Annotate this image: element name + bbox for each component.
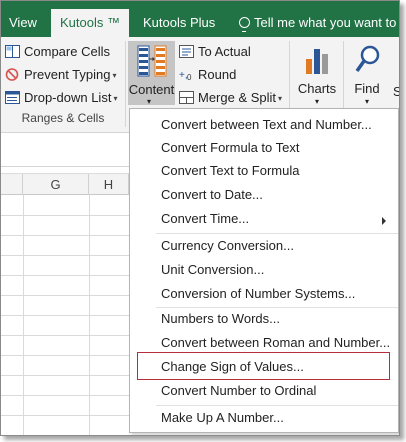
to-actual-button[interactable]: To Actual [179,41,251,63]
menu-item-change-sign-of-values[interactable]: Change Sign of Values... [161,357,304,377]
menu-item-convert-number-to-ordinal[interactable]: Convert Number to Ordinal [161,381,316,401]
menu-item-convert-text-number[interactable]: Convert between Text and Number... [161,115,372,135]
prevent-typing-label: Prevent Typing [24,67,111,82]
charts-icon [306,49,328,74]
group-label-ranges-cells: Ranges & Cells [21,111,105,125]
find-button[interactable]: Find ▾ [345,41,389,106]
prevent-typing-button[interactable]: Prevent Typing ▾ [5,64,117,86]
merge-split-button[interactable]: Merge & Split ▾ [179,87,282,109]
menu-item-convert-formula-to-text[interactable]: Convert Formula to Text [161,138,299,158]
charts-label: Charts [297,81,337,96]
grid-line [1,275,131,276]
round-icon: +, 0 [179,70,192,81]
grid-line [1,395,131,396]
to-actual-icon [179,45,194,58]
content-label: Content [128,82,175,97]
menu-item-unit-conversion[interactable]: Unit Conversion... [161,260,264,280]
dropdown-list-icon [5,91,20,104]
content-dropdown-menu: Convert between Text and Number... Conve… [129,108,399,433]
chevron-down-icon: ▾ [314,97,319,106]
round-label: Round [198,67,237,82]
content-icon [137,45,167,77]
lightbulb-icon [239,17,250,32]
dropdown-list-button[interactable]: Drop-down List ▾ [5,87,117,109]
dropdown-list-label: Drop-down List [24,90,112,105]
content-button[interactable]: Content ▾ [128,41,175,106]
column-header-h[interactable]: H [89,174,129,195]
grid-line [1,415,131,416]
tab-view[interactable]: View [1,9,45,37]
find-icon [355,45,380,73]
menu-item-numbers-to-words[interactable]: Numbers to Words... [161,309,280,329]
merge-split-icon [179,91,194,104]
merge-split-label: Merge & Split [198,90,277,105]
menu-item-convert-text-to-formula[interactable]: Convert Text to Formula [161,161,299,181]
menu-item-make-up-a-number[interactable]: Make Up A Number... [161,408,284,428]
to-actual-label: To Actual [198,44,251,59]
chevron-down-icon: ▾ [278,94,283,103]
ribbon-separator [125,41,126,127]
grid-line [1,315,131,316]
grid-line [1,355,131,356]
menu-item-convert-roman-number[interactable]: Convert between Roman and Number... [161,333,390,353]
round-button[interactable]: +, 0 Round [179,64,236,86]
chevron-down-icon: ▾ [113,94,118,103]
grid-line [1,295,131,296]
find-label: Find [354,81,380,96]
compare-cells-button[interactable]: Compare Cells [5,41,110,63]
compare-cells-icon [5,45,20,58]
column-header-g[interactable]: G [23,174,89,195]
menu-item-convert-time[interactable]: Convert Time... [161,209,249,229]
menu-item-convert-to-date[interactable]: Convert to Date... [161,185,263,205]
grid-line [1,335,131,336]
grid-line [1,255,131,256]
chevron-down-icon: ▾ [147,97,152,106]
tell-me-text: Tell me what you want to d [254,15,400,30]
menu-item-conversion-number-systems[interactable]: Conversion of Number Systems... [161,284,355,304]
charts-button[interactable]: Charts ▾ [295,41,339,106]
menu-separator [156,307,398,308]
submenu-arrow-icon [382,217,386,225]
svg-text:0: 0 [187,73,192,81]
tab-kutools-plus[interactable]: Kutools Plus [135,9,223,37]
compare-cells-label: Compare Cells [24,44,110,59]
ribbon-cut-off-button[interactable]: S [393,81,399,103]
chevron-down-icon: ▾ [112,71,117,80]
excel-window: View Kutools ™ Kutools Plus Tell me what… [0,0,400,436]
chevron-down-icon: ▾ [364,97,369,106]
ribbon-tab-bar: View Kutools ™ Kutools Plus Tell me what… [1,1,400,37]
menu-separator [156,233,398,234]
grid-line [1,215,131,216]
prevent-typing-icon [5,68,19,81]
tell-me-search[interactable]: Tell me what you want to d [231,9,400,37]
tab-kutools[interactable]: Kutools ™ [51,9,129,37]
menu-separator [156,405,398,406]
menu-item-currency-conversion[interactable]: Currency Conversion... [161,236,294,256]
grid-line [1,375,131,376]
grid-line [1,235,131,236]
select-all-corner[interactable] [1,174,23,195]
